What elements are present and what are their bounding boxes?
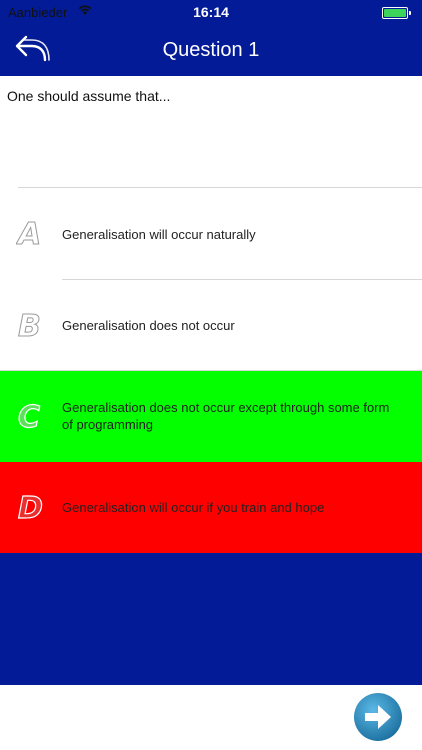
svg-text:D: D [18,491,43,524]
letter-c-icon: C [16,399,46,435]
answer-text: Generalisation does not occur [62,318,235,333]
top-bar: Aanbieder 16:14 Question 1 [0,0,422,76]
answer-option-a[interactable]: A Generalisation will occur naturally [0,188,422,279]
svg-text:C: C [18,400,40,433]
answer-text: Generalisation does not occur except thr… [62,400,390,432]
question-area: One should assume that... [0,76,422,188]
clock: 16:14 [193,4,229,20]
answer-option-c[interactable]: C Generalisation does not occur except t… [0,371,422,462]
answer-text: Generalisation will occur if you train a… [62,500,325,515]
navigation-bar: Question 1 [0,24,422,76]
svg-text:B: B [18,309,41,342]
answer-option-b[interactable]: B Generalisation does not occur [0,280,422,371]
battery-icon [382,7,411,19]
svg-text:A: A [16,217,41,250]
page-title: Question 1 [162,39,260,61]
question-text: One should assume that... [7,88,171,104]
letter-d-icon: D [16,490,46,526]
letter-a-icon: A [16,216,46,253]
status-bar: Aanbieder 16:14 [0,0,422,24]
next-arrow-icon[interactable] [353,692,403,742]
answer-option-d[interactable]: D Generalisation will occur if you train… [0,462,422,553]
answer-text: Generalisation will occur naturally [62,227,256,242]
letter-b-icon: B [16,308,46,345]
answer-area-background [0,553,422,685]
